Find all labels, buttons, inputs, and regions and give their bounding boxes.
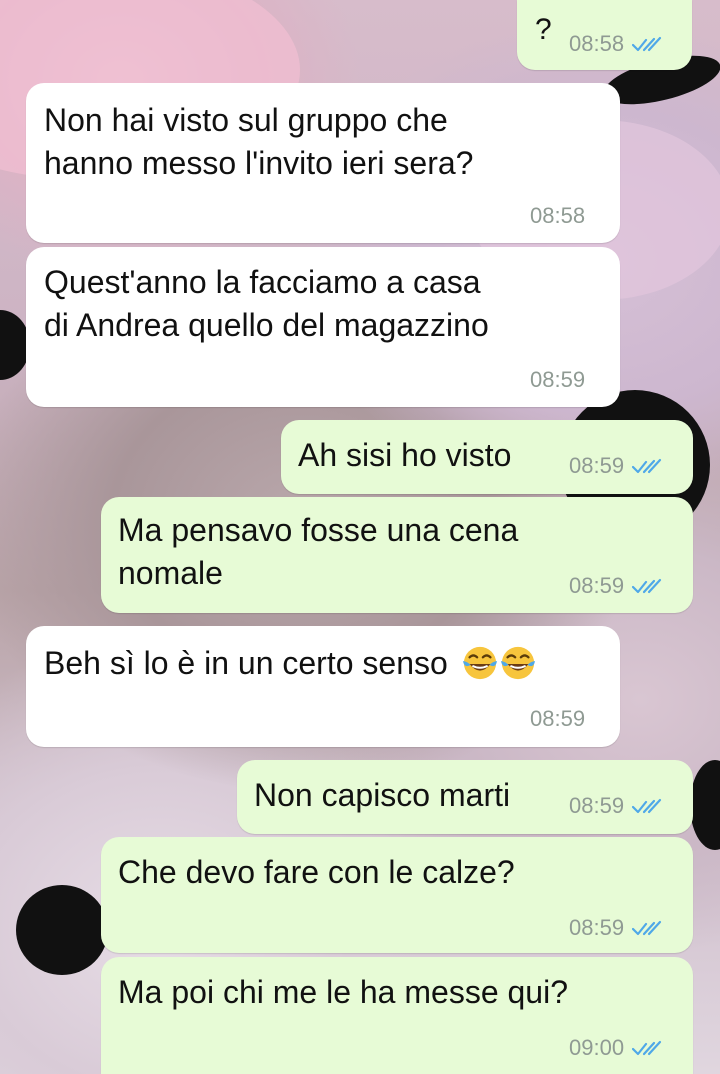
message-text: Non hai visto sul gruppo che hanno messo…	[44, 102, 474, 181]
message-text: Beh sì lo è in un certo senso	[44, 642, 537, 685]
message-text: ?	[535, 13, 552, 46]
outgoing-message[interactable]: Ah sisi ho visto 08:59	[281, 420, 693, 494]
message-meta: 08:59	[569, 795, 662, 817]
message-text: Ma poi chi me le ha messe qui?	[118, 974, 568, 1010]
message-time: 08:59	[569, 915, 625, 940]
outgoing-message[interactable]: Ma pensavo fosse una cena nomale 08:59	[101, 497, 693, 613]
face-with-tears-of-joy-icon	[500, 646, 535, 680]
double-check-read-icon	[632, 36, 662, 52]
incoming-message[interactable]: Non hai visto sul gruppo che hanno messo…	[26, 83, 620, 243]
message-text: Ah sisi ho visto	[298, 437, 512, 473]
message-time: 08:58	[569, 31, 625, 56]
outgoing-message[interactable]: Non capisco marti 08:59	[237, 760, 693, 834]
message-list[interactable]: ? 08:58 Non hai visto sul gruppo che han…	[0, 0, 720, 1074]
incoming-message[interactable]: Quest'anno la facciamo a casa di Andrea …	[26, 247, 620, 407]
message-text-content: Beh sì lo è in un certo senso	[44, 645, 448, 681]
double-check-read-icon	[632, 578, 662, 594]
message-meta: 08:59	[569, 455, 662, 477]
message-meta: 08:59	[530, 708, 585, 730]
message-time: 08:59	[569, 453, 625, 478]
message-time: 08:59	[530, 706, 586, 731]
message-meta: 08:59	[530, 369, 585, 391]
message-meta: 09:00	[569, 1037, 662, 1059]
message-time: 09:00	[569, 1035, 625, 1060]
incoming-message[interactable]: Beh sì lo è in un certo senso 08:59	[26, 626, 620, 747]
message-text: Che devo fare con le calze?	[118, 854, 515, 890]
double-check-read-icon	[632, 920, 662, 936]
outgoing-message[interactable]: Ma poi chi me le ha messe qui? 09:00	[101, 957, 693, 1074]
message-meta: 08:59	[569, 575, 662, 597]
message-text: Ma pensavo fosse una cena nomale	[118, 512, 519, 591]
message-time: 08:59	[530, 367, 586, 392]
outgoing-message[interactable]: ? 08:58	[517, 0, 692, 70]
double-check-read-icon	[632, 798, 662, 814]
message-time: 08:59	[569, 793, 625, 818]
double-check-read-icon	[632, 1040, 662, 1056]
double-check-read-icon	[632, 458, 662, 474]
message-time: 08:59	[569, 573, 625, 598]
message-meta: 08:58	[569, 33, 662, 55]
face-with-tears-of-joy-icon	[462, 646, 497, 680]
message-time: 08:58	[530, 203, 586, 228]
message-meta: 08:59	[569, 917, 662, 939]
message-text: Non capisco marti	[254, 777, 511, 813]
message-meta: 08:58	[530, 205, 585, 227]
message-text: Quest'anno la facciamo a casa di Andrea …	[44, 264, 489, 343]
outgoing-message[interactable]: Che devo fare con le calze? 08:59	[101, 837, 693, 953]
